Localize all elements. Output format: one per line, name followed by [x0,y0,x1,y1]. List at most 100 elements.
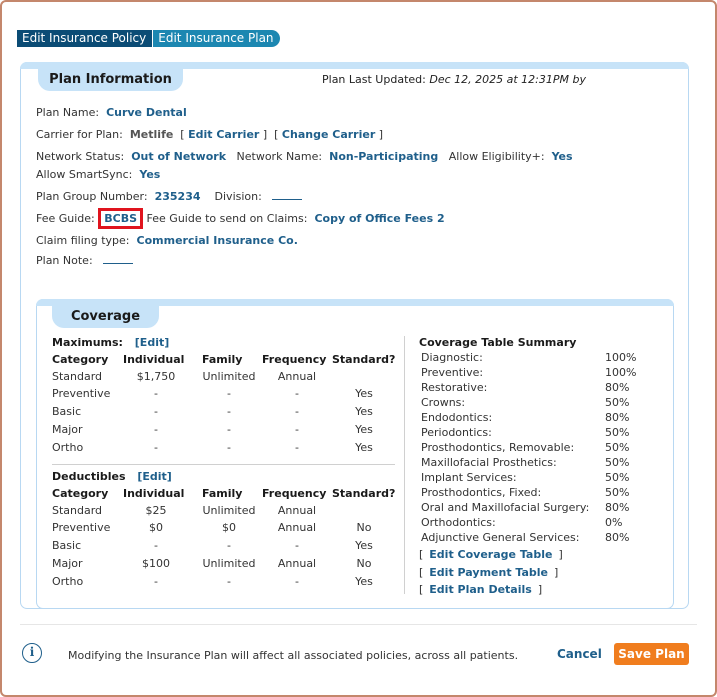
updated-value: Dec 12, 2025 at 12:31PM by [429,73,586,86]
table-cell: Annual [277,370,317,383]
fee-guide-label: Fee Guide: [36,212,95,225]
table-cell: - [154,387,158,400]
summary-row: Adjunctive General Services: 80% [421,531,661,546]
table-cell: $1,750 [136,370,176,383]
division-value [272,192,303,200]
edit-carrier-link[interactable]: Edit Carrier [188,128,259,141]
summary-percent: 0% [605,516,623,529]
table-cell: - [295,405,299,418]
plan-name-label: Plan Name: [36,106,100,119]
plan-last-updated: Plan Last Updated: Dec 12, 2025 at 12:31… [322,73,586,86]
table-cell: - [154,423,158,436]
smartsync-value: Yes [139,168,161,181]
table-cell: - [154,539,158,552]
summary-percent: 80% [605,381,630,394]
carrier-label: Carrier for Plan: [36,128,123,141]
summary-category: Diagnostic: [421,351,483,364]
info-icon: i [22,643,42,663]
table-cell: - [295,387,299,400]
summary-category: Prosthodontics, Removable: [421,441,575,454]
table-cell: - [227,441,231,454]
change-carrier-link[interactable]: Change Carrier [282,128,375,141]
table-row-category: Basic [52,405,82,418]
coverage-panel: Coverage Maximums: [Edit] Category Indivi… [36,299,674,609]
summary-row: Orthodontics: 0% [421,516,661,531]
table-row-category: Major [52,557,83,570]
table-row-category: Major [52,423,83,436]
table-cell: - [295,575,299,588]
summary-percent: 50% [605,396,630,409]
plan-note-row: Plan Note: [36,254,134,267]
group-number-label: Plan Group Number: [36,190,148,203]
column-header: Standard? [332,487,396,500]
group-number-row: Plan Group Number: 235234 Division: [36,190,303,203]
eligibility-label: Allow Eligibility+: [448,150,545,163]
summary-percent: 50% [605,456,630,469]
group-number-value: 235234 [154,190,201,203]
summary-row: Endodontics: 80% [421,411,661,426]
column-header: Category [52,487,109,500]
summary-category: Oral and Maxillofacial Surgery: [421,501,590,514]
save-plan-button[interactable]: Save Plan [614,643,689,665]
table-cell: $25 [145,504,167,517]
table-cell: - [227,423,231,436]
cancel-button[interactable]: Cancel [557,647,602,661]
summary-percent: 100% [605,351,637,364]
summary-row: Implant Services: 50% [421,471,661,486]
edit-coverage-table-row: [Edit Coverage Table] [419,548,563,561]
plan-information-panel: Plan Information Plan Last Updated: Dec … [20,62,689,609]
table-cell: $0 [149,521,163,534]
summary-row: Prosthodontics, Removable: 50% [421,441,661,456]
column-header: Family [202,487,243,500]
network-status-label: Network Status: [36,150,125,163]
summary-row: Periodontics: 50% [421,426,661,441]
table-cell: Annual [277,504,317,517]
table-cell: No [356,521,372,534]
summary-percent: 100% [605,366,637,379]
summary-title: Coverage Table Summary [419,336,577,349]
maximums-title: Maximums: [Edit] [52,336,169,349]
network-name-label: Network Name: [236,150,323,163]
tab-edit-insurance-plan[interactable]: Edit Insurance Plan [153,30,280,47]
table-cell: Annual [277,521,317,534]
table-row-category: Preventive [52,521,111,534]
edit-maximums-link[interactable]: [Edit] [135,336,169,349]
summary-category: Implant Services: [421,471,517,484]
coverage-title: Coverage [52,306,159,328]
fee-guide-claims-label: Fee Guide to send on Claims: [146,212,308,225]
edit-plan-details-link[interactable]: Edit Plan Details [429,583,532,596]
maximums-label: Maximums: [52,336,123,349]
tab-edit-insurance-policy[interactable]: Edit Insurance Policy [17,30,153,47]
summary-row: Prosthodontics, Fixed: 50% [421,486,661,501]
summary-category: Restorative: [421,381,488,394]
edit-deductibles-link[interactable]: [Edit] [137,470,171,483]
table-cell: Yes [355,441,373,454]
table-cell: Yes [355,387,373,400]
column-header: Category [52,353,109,366]
column-header: Family [202,353,243,366]
divider-vertical [404,336,405,594]
table-cell: - [295,441,299,454]
summary-category: Orthodontics: [421,516,496,529]
edit-coverage-table-link[interactable]: Edit Coverage Table [429,548,552,561]
edit-payment-table-link[interactable]: Edit Payment Table [429,566,548,579]
plan-note-label: Plan Note: [36,254,93,267]
column-header: Individual [123,353,185,366]
column-header: Frequency [262,487,327,500]
eligibility-value: Yes [551,150,573,163]
table-cell: - [227,539,231,552]
network-row: Network Status: Out of Network Network N… [36,150,573,163]
table-cell: - [227,387,231,400]
plan-name-row: Plan Name: Curve Dental [36,106,187,119]
summary-row: Crowns: 50% [421,396,661,411]
table-cell: - [295,423,299,436]
summary-category: Adjunctive General Services: [421,531,580,544]
edit-payment-table-row: [Edit Payment Table] [419,566,559,579]
table-cell: $0 [222,521,236,534]
deductibles-title: Deductibles [Edit] [52,470,172,483]
fee-guide-claims-value: Copy of Office Fees 2 [314,212,445,225]
fee-guide-value[interactable]: BCBS [104,212,137,225]
claim-type-value: Commercial Insurance Co. [136,234,298,247]
table-cell: - [154,575,158,588]
summary-row: Maxillofacial Prosthetics: 50% [421,456,661,471]
